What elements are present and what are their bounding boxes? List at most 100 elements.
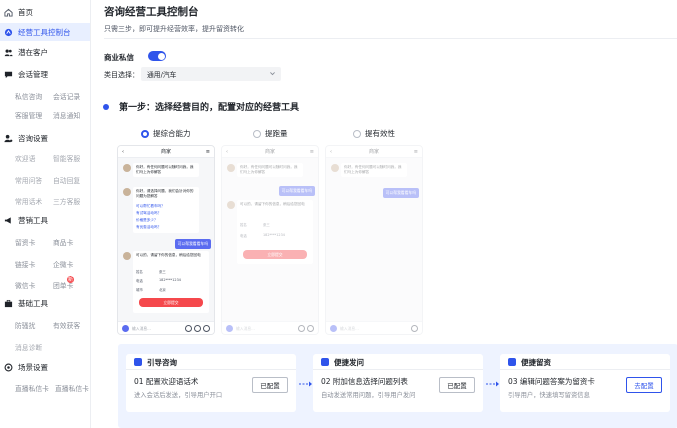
sidebar-item-notifications[interactable]: 消息通知: [53, 110, 80, 120]
sidebar-section-consult-settings[interactable]: 咨询设置: [0, 130, 90, 146]
lead-form-card: 可以的，请留下你的信息，稍后给您回电 姓名 张三 电话 182****1234 …: [237, 200, 313, 264]
sidebar-item-potential-customers[interactable]: 潜在客户: [0, 44, 90, 60]
user-message-bubble: 可以帮我看看车吗: [174, 239, 211, 249]
card-title: 03 编辑问题答案为留资卡: [508, 377, 595, 386]
card-header: 引导咨询: [126, 354, 296, 370]
sidebar-item-wecom-card[interactable]: 企微卡: [53, 259, 73, 269]
sidebar-item-session-records[interactable]: 会话记录: [53, 91, 80, 101]
plus-icon: [307, 325, 314, 332]
voice-icon: [330, 325, 337, 332]
back-icon: ‹: [122, 149, 124, 155]
sidebar-item-live-dm-card-2[interactable]: 直播私信卡: [55, 383, 89, 393]
avatar: [123, 188, 131, 196]
sidebar-item-welcome[interactable]: 欢迎语: [15, 153, 35, 163]
sidebar-item-dm-consult[interactable]: 私信咨询: [15, 91, 42, 101]
voice-icon: [226, 325, 233, 332]
sidebar-item-third-party-cs[interactable]: 三方客服: [53, 196, 80, 206]
question-item: 可以帮忙看车吗？: [136, 204, 165, 208]
header-divider: [104, 38, 677, 39]
chat-icon: [4, 70, 13, 79]
sidebar-section-basic-tools[interactable]: 基础工具: [0, 295, 90, 311]
sidebar-item-cs-mgmt[interactable]: 客服管理: [15, 110, 42, 120]
phone-input-bar: 输入消息...: [222, 321, 318, 334]
sidebar-item-common-phrases[interactable]: 常用话术: [15, 196, 42, 206]
input-placeholder: 输入消息...: [236, 326, 255, 331]
category-select[interactable]: 通用/汽车: [141, 67, 281, 81]
main-content: 咨询经营工具控制台 只需三步，即可提升经营效率，提升留资转化 商业私信 类目选择…: [91, 0, 677, 428]
sidebar-section-scene[interactable]: 场景设置: [0, 359, 90, 375]
business-dm-label: 商业私信: [104, 53, 134, 62]
sidebar-item-label: 潜在客户: [18, 47, 48, 57]
sidebar-item-anti-harass[interactable]: 防骚扰: [15, 320, 35, 330]
question-icon: [321, 358, 329, 366]
section-label: 基础工具: [18, 298, 48, 308]
configured-button[interactable]: 已配置: [439, 377, 475, 393]
card-header: 便捷发问: [313, 354, 483, 370]
business-dm-toggle[interactable]: [148, 51, 166, 61]
avatar: [123, 252, 131, 260]
sidebar-item-msg-diagnosis[interactable]: 消息诊断: [15, 342, 42, 352]
sidebar-item-wechat-card[interactable]: 微信卡: [15, 280, 35, 290]
card-desc: 自动发送常用问题，引导用户发问: [321, 392, 416, 399]
user-message-bubble: 可以帮我看看车吗: [278, 186, 315, 196]
sidebar-item-lead-card[interactable]: 留资卡: [15, 237, 35, 247]
sidebar-item-console[interactable]: 经营工具控制台: [0, 23, 90, 41]
megaphone-icon: [4, 216, 13, 225]
page-title: 咨询经营工具控制台: [104, 6, 199, 18]
card-title: 02 附加信息选择问题列表: [321, 377, 408, 386]
menu-icon: ≡: [413, 149, 418, 155]
app-root: 首页 经营工具控制台 潜在客户 会话管理 私信咨询 会话记录 客服管理 消息通知: [0, 0, 677, 428]
sidebar-item-smart-cs[interactable]: 智能客服: [53, 153, 80, 163]
card-title: 01 配置欢迎语话术: [134, 377, 199, 386]
section-label: 场景设置: [18, 362, 48, 372]
sidebar-item-link-card[interactable]: 链接卡: [15, 259, 35, 269]
phone-title: 商家: [264, 149, 275, 155]
sidebar-section-marketing[interactable]: 营销工具: [0, 212, 90, 228]
chat-bubble-icon: [134, 358, 142, 366]
phone-header: ‹ 商家 ≡: [118, 146, 214, 158]
card-desc: 引导用户，快速填写留资信息: [508, 392, 590, 399]
flow-card-easy-lead: 便捷留资 03 编辑问题答案为留资卡 引导用户，快速填写留资信息 去配置: [500, 354, 670, 412]
phone-field-label: 电话: [240, 234, 247, 238]
radio-unchecked-icon: [253, 129, 261, 138]
step-indicator: [103, 104, 109, 110]
name-field-label: 姓名: [136, 270, 143, 274]
sidebar-item-home[interactable]: 首页: [0, 3, 90, 21]
plus-icon: [411, 325, 418, 332]
emoji-icon: [298, 325, 305, 332]
purpose-option-volume[interactable]: 提跑量: [253, 128, 288, 139]
scene-icon: [4, 363, 13, 372]
toolbox-icon: [4, 299, 13, 308]
card-head-label: 便捷发问: [334, 358, 364, 367]
phone-input-bar: 输入消息...: [118, 321, 214, 334]
sidebar-section-session[interactable]: 会话管理: [0, 66, 90, 82]
question-item: 有优惠活动吗？: [136, 225, 162, 229]
sidebar-item-label: 首页: [18, 7, 33, 17]
purpose-option-effectiveness[interactable]: 提有效性: [353, 128, 395, 139]
voice-icon: [122, 325, 129, 332]
phone-preview-comprehensive: ‹ 商家 ≡ 你好，有任何问题可以随时问我，我们马上为你解答 你好，请选择问题，…: [117, 145, 215, 335]
name-field-value: 张三: [159, 270, 166, 274]
purpose-option-comprehensive[interactable]: 提综合能力: [141, 128, 191, 139]
phone-preview-effectiveness: ‹ 商家 ≡ 你好，有任何问题可以随时问我，我们马上为你解答 可以帮我看看车吗 …: [325, 145, 423, 335]
flow-card-easy-ask: 便捷发问 02 附加信息选择问题列表 自动发送常用问题，引导用户发问 已配置: [313, 354, 483, 412]
phone-title: 商家: [160, 149, 171, 155]
configured-button[interactable]: 已配置: [252, 377, 288, 393]
questions-intro: 你好，请选择问题，我们会针对你的问题为您解答: [136, 189, 194, 198]
radio-checked-icon: [141, 129, 149, 138]
user-message-bubble: 可以帮我看看车吗: [382, 188, 419, 198]
go-configure-button[interactable]: 去配置: [626, 377, 662, 393]
sidebar-item-label: 经营工具控制台: [18, 27, 71, 37]
sidebar-item-auto-reply[interactable]: 自动回复: [53, 175, 80, 185]
sidebar-item-product-card[interactable]: 商品卡: [53, 237, 73, 247]
avatar: [331, 164, 339, 172]
sidebar-item-faq[interactable]: 常用问答: [15, 175, 42, 185]
setup-flow-panel: 引导咨询 01 配置欢迎语话术 进入会话后发送，引导用户开口 已配置 便捷发问 …: [118, 344, 677, 428]
sidebar-item-live-dm-card[interactable]: 直播私信卡: [15, 383, 49, 393]
form-intro: 可以的，请留下你的信息，稍后给您回电: [240, 202, 305, 206]
sidebar-item-effective-leads[interactable]: 有效获客: [53, 320, 80, 330]
menu-icon: ≡: [309, 149, 314, 155]
dashboard-icon: [4, 28, 13, 37]
phone-header: ‹ 商家 ≡: [326, 146, 422, 158]
new-badge: 新: [67, 276, 74, 283]
